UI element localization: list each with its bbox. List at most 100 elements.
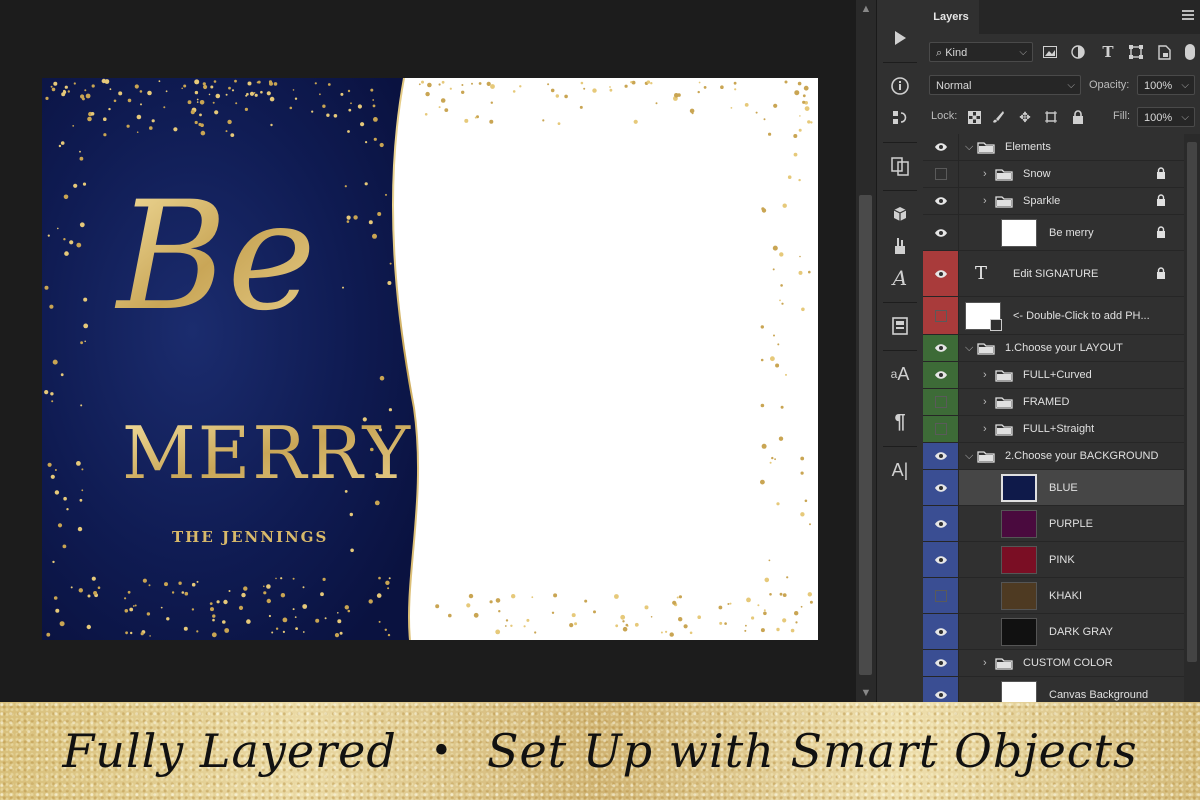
confetti-dot [547,83,550,86]
layer-row[interactable]: › FULL+Curved [923,362,1184,389]
layers-list[interactable]: ⌵ Elements › Snow › Sparkle Be merry T Edit SIGN… [923,134,1184,702]
lock-transparent-icon[interactable] [965,108,983,126]
lock-all-icon[interactable] [1069,108,1087,126]
filter-toggle-icon[interactable] [1181,43,1199,61]
3d-icon[interactable] [877,196,923,232]
eye-icon[interactable] [923,470,958,505]
eye-icon[interactable] [923,614,958,649]
glyphs-icon[interactable]: A [877,260,923,296]
eye-icon[interactable] [923,506,958,541]
play-icon[interactable] [877,20,923,56]
confetti-dot [478,82,482,85]
layer-row[interactable]: › Snow [923,161,1184,188]
layer-row[interactable]: ⌵ 1.Choose your LAYOUT [923,335,1184,362]
layer-row[interactable]: BLUE [923,470,1184,506]
visibility-toggle[interactable] [923,161,958,187]
layer-row[interactable]: T Edit SIGNATURE [923,251,1184,297]
layer-row[interactable]: DARK GRAY [923,614,1184,650]
info-icon[interactable] [877,68,923,104]
scrollbar-thumb[interactable] [859,195,872,675]
filter-pixel-icon[interactable] [1041,43,1059,61]
eye-icon[interactable] [923,335,958,361]
tab-layers[interactable]: Layers [923,0,979,34]
eye-icon[interactable] [923,188,958,214]
layer-row[interactable]: › CUSTOM COLOR [923,650,1184,677]
paragraph-icon[interactable]: ¶ [877,404,923,440]
visibility-toggle[interactable] [923,416,958,442]
confetti-dot [147,90,152,96]
lock-move-icon[interactable]: ✥ [1016,108,1034,126]
eye-icon[interactable] [923,251,958,296]
blend-mode-dropdown[interactable]: Normal ⌵ [929,75,1081,95]
chevron-down-icon[interactable]: ⌵ [965,341,973,355]
scroll-up-arrow[interactable]: ▲ [856,0,876,18]
clone-source-icon[interactable] [877,148,923,184]
confetti-dot [676,596,679,599]
chevron-down-icon[interactable]: ⌵ [965,449,973,463]
chevron-right-icon[interactable]: › [983,422,987,436]
scroll-down-arrow[interactable]: ▼ [856,684,876,702]
layer-name: Be merry [1049,226,1094,239]
filter-smart-object-icon[interactable] [1155,43,1173,61]
canvas-scrollbar[interactable]: ▲ ▼ [856,0,876,702]
layer-row[interactable]: › FULL+Straight [923,416,1184,443]
layer-row[interactable]: PURPLE [923,506,1184,542]
chevron-down-icon[interactable]: ⌵ [965,140,973,154]
type-icon[interactable]: A| [877,452,923,488]
chevron-right-icon[interactable]: › [983,368,987,382]
layer-row[interactable]: PINK [923,542,1184,578]
eye-icon[interactable] [923,443,958,469]
fill-field[interactable]: 100% ⌵ [1137,107,1195,127]
eye-icon[interactable] [923,362,958,388]
lock-brush-icon[interactable] [989,108,1007,126]
layer-row[interactable]: › FRAMED [923,389,1184,416]
eye-icon[interactable] [923,542,958,577]
confetti-dot [625,623,629,627]
visibility-toggle[interactable] [923,578,958,613]
panel-menu-icon[interactable] [1182,10,1194,22]
chevron-right-icon[interactable]: › [983,656,987,670]
confetti-dot [779,299,781,302]
confetti-dot [127,590,131,594]
confetti-dot [526,618,530,622]
visibility-toggle[interactable] [923,297,958,334]
eye-icon[interactable] [923,650,958,676]
visibility-toggle[interactable] [923,389,958,415]
chevron-right-icon[interactable]: › [983,395,987,409]
layers-scrollbar[interactable] [1184,134,1200,702]
canvas-area[interactable]: Be MERRY THE JENNINGS [0,0,856,702]
confetti-dot [76,242,82,248]
properties-icon[interactable] [877,308,923,344]
character-icon[interactable]: aA [877,356,923,392]
layer-row[interactable]: › Sparkle [923,188,1184,215]
filter-adjustment-icon[interactable] [1069,43,1087,61]
eye-icon[interactable] [923,134,958,160]
confetti-dot [779,592,783,596]
confetti-dot [519,85,522,88]
layer-row[interactable]: Be merry [923,215,1184,251]
filter-shape-icon[interactable] [1127,43,1145,61]
confetti-dot [337,619,342,624]
confetti-dot [333,114,338,118]
document-canvas[interactable]: Be MERRY THE JENNINGS [42,78,818,640]
layer-row[interactable]: Canvas Background [923,677,1184,702]
chevron-right-icon[interactable]: › [983,194,987,208]
layer-row[interactable]: <- Double-Click to add PH... [923,297,1184,335]
folder-icon [995,423,1013,441]
history-icon[interactable] [877,100,923,136]
layer-name: PURPLE [1049,517,1094,530]
layer-row[interactable]: KHAKI [923,578,1184,614]
layer-row[interactable]: ⌵ 2.Choose your BACKGROUND [923,443,1184,470]
eye-icon[interactable] [923,215,958,250]
confetti-dot [294,97,298,100]
brushes-icon[interactable] [877,228,923,264]
chevron-right-icon[interactable]: › [983,167,987,181]
lock-artboard-icon[interactable] [1042,108,1060,126]
confetti-dot [389,262,392,265]
layer-row[interactable]: ⌵ Elements [923,134,1184,161]
filter-kind-dropdown[interactable]: ⌕ Kind ⌵ [929,42,1033,62]
scrollbar-thumb[interactable] [1187,142,1197,662]
opacity-field[interactable]: 100% ⌵ [1137,75,1195,95]
filter-type-icon[interactable]: T [1099,43,1117,61]
eye-icon[interactable] [923,677,958,702]
